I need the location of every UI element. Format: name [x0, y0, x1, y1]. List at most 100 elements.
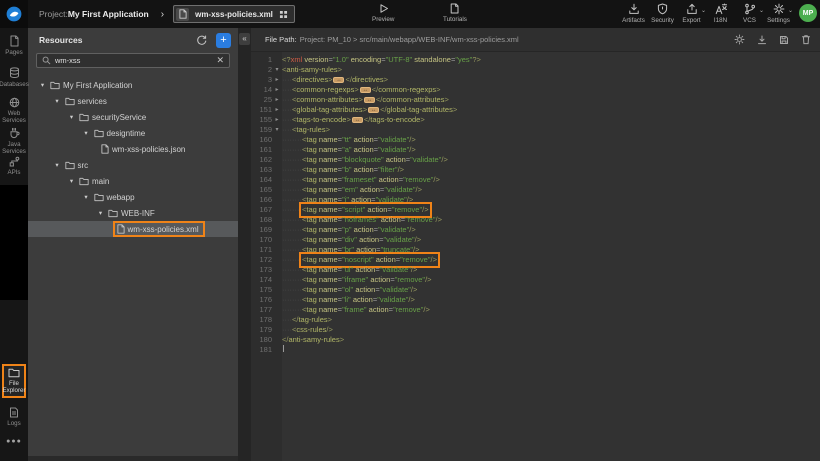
tutorials-button[interactable]: Tutorials — [443, 3, 467, 23]
code-line-177[interactable]: 177········<tag name="frame" action="rem… — [251, 305, 820, 315]
code-line-151[interactable]: 151▸····<global-tag-attributes>↔</global… — [251, 105, 820, 115]
code-line-174[interactable]: 174········<tag name="iframe" action="re… — [251, 275, 820, 285]
preview-button[interactable]: Preview — [372, 3, 394, 23]
code-line-179[interactable]: 179····<css-rules/> — [251, 325, 820, 335]
export-button[interactable]: ⌄ Export — [677, 3, 706, 24]
rail-item-databases[interactable]: Databases — [0, 67, 28, 88]
line-number: 166 — [251, 195, 272, 205]
tree-item-designtime[interactable]: ▾designtime — [28, 125, 238, 141]
tree-expand-chevron-icon[interactable]: ▾ — [38, 81, 47, 89]
code-line-178[interactable]: 178····</tag-rules> — [251, 315, 820, 325]
rail-more-button[interactable]: ●●● — [0, 438, 28, 445]
refresh-button[interactable] — [196, 35, 207, 46]
code-line-163[interactable]: 163········<tag name="b" action="filter"… — [251, 165, 820, 175]
fold-toggle-icon[interactable]: ▸ — [272, 75, 282, 85]
tree-expand-chevron-icon[interactable]: ▾ — [82, 129, 91, 137]
settings-button[interactable]: ⌄ Settings — [764, 3, 793, 24]
code-line-160[interactable]: 160········<tag name="tt" action="valida… — [251, 135, 820, 145]
tree-item-src[interactable]: ▾src — [28, 157, 238, 173]
code-area[interactable]: 1<?xml version="1.0" encoding="UTF-8" st… — [251, 52, 820, 461]
folded-code-pill[interactable]: ↔ — [368, 107, 379, 113]
tree-expand-chevron-icon[interactable]: ▾ — [82, 193, 91, 201]
delete-file-icon[interactable] — [801, 34, 811, 45]
tree-expand-chevron-icon[interactable]: ▾ — [67, 113, 76, 121]
code-line-175[interactable]: 175········<tag name="ol" action="valida… — [251, 285, 820, 295]
code-line-181[interactable]: 181 — [251, 345, 820, 355]
rail-item-file-explorer[interactable]: File Explorer — [2, 364, 26, 398]
search-box[interactable]: ✕ — [36, 53, 230, 68]
save-file-icon[interactable] — [779, 35, 789, 45]
code-line-166[interactable]: 166········<tag name="i" action="validat… — [251, 195, 820, 205]
search-input[interactable] — [55, 56, 212, 65]
tab-grid-icon[interactable] — [279, 10, 288, 19]
tree-item-services[interactable]: ▾services — [28, 93, 238, 109]
code-line-167[interactable]: 167········<tag name="script" action="re… — [251, 205, 820, 215]
code-line-173[interactable]: 173········<tag name="ul" action="valida… — [251, 265, 820, 275]
fold-toggle-icon[interactable]: ▾ — [272, 65, 282, 75]
code-line-159[interactable]: 159▾····<tag-rules> — [251, 125, 820, 135]
code-line-14[interactable]: 14▸····<common-regexps>↔</common-regexps… — [251, 85, 820, 95]
vcs-button[interactable]: ⌄ VCS — [735, 3, 764, 24]
line-number: 25 — [251, 95, 272, 105]
code-line-172[interactable]: 172········<tag name="noscript" action="… — [251, 255, 820, 265]
folded-code-pill[interactable]: ↔ — [352, 117, 363, 123]
fold-toggle-icon[interactable]: ▾ — [272, 125, 282, 135]
fold-toggle-icon[interactable]: ▸ — [272, 105, 282, 115]
code-line-165[interactable]: 165········<tag name="em" action="valida… — [251, 185, 820, 195]
tree-item-content: ▾services — [53, 97, 107, 106]
code-line-171[interactable]: 171········<tag name="br" action="trunca… — [251, 245, 820, 255]
download-file-icon[interactable] — [757, 35, 767, 45]
code-line-3[interactable]: 3▸····<directives>↔</directives> — [251, 75, 820, 85]
folder-icon — [79, 177, 89, 186]
editor-settings-gear-icon[interactable] — [734, 34, 745, 45]
code-line-155[interactable]: 155▸····<tags-to-encode>↔</tags-to-encod… — [251, 115, 820, 125]
code-line-180[interactable]: 180</anti-samy-rules> — [251, 335, 820, 345]
tab-filename: wm-xss-policies.xml — [195, 10, 273, 19]
folder-icon — [8, 368, 20, 378]
rail-item-web-services[interactable]: Web Services — [0, 97, 28, 124]
security-button[interactable]: Security — [648, 3, 677, 24]
tree-item-wm-xss-policies.xml[interactable]: wm-xss-policies.xml — [28, 221, 238, 237]
code-line-162[interactable]: 162········<tag name="blockquote" action… — [251, 155, 820, 165]
code-line-1[interactable]: 1<?xml version="1.0" encoding="UTF-8" st… — [251, 55, 820, 65]
line-number: 179 — [251, 325, 272, 335]
tree-item-WEB-INF[interactable]: ▾WEB-INF — [28, 205, 238, 221]
code-line-2[interactable]: 2▾<anti-samy-rules> — [251, 65, 820, 75]
add-resource-button[interactable]: + — [216, 33, 231, 48]
tree-expand-chevron-icon[interactable]: ▾ — [53, 161, 62, 169]
code-line-164[interactable]: 164········<tag name="frameset" action="… — [251, 175, 820, 185]
collapse-panel-button[interactable]: « — [239, 33, 250, 45]
rail-item-java-services[interactable]: Java Services — [0, 127, 28, 155]
fold-toggle-icon[interactable]: ▸ — [272, 85, 282, 95]
rail-item-pages[interactable]: Pages — [0, 35, 28, 56]
rail-item-apis[interactable]: APIs — [0, 156, 28, 176]
fold-toggle-icon[interactable]: ▸ — [272, 95, 282, 105]
tree-expand-chevron-icon[interactable]: ▾ — [96, 209, 105, 217]
tree-item-wm-xss-policies.json[interactable]: wm-xss-policies.json — [28, 141, 238, 157]
tree-expand-chevron-icon[interactable]: ▾ — [53, 97, 62, 105]
code-line-169[interactable]: 169········<tag name="p" action="validat… — [251, 225, 820, 235]
tree-expand-chevron-icon[interactable]: ▾ — [67, 177, 76, 185]
tree-item-My First Application[interactable]: ▾My First Application — [28, 77, 238, 93]
project-breadcrumb[interactable]: Project:My First Application — [39, 9, 149, 19]
app-logo[interactable] — [0, 0, 28, 28]
search-clear-icon[interactable]: ✕ — [216, 56, 224, 65]
code-line-161[interactable]: 161········<tag name="a" action="validat… — [251, 145, 820, 155]
tree-item-webapp[interactable]: ▾webapp — [28, 189, 238, 205]
tree-item-securityService[interactable]: ▾securityService — [28, 109, 238, 125]
panel-scrollbar-track[interactable] — [28, 456, 238, 461]
user-avatar[interactable]: MP — [799, 4, 817, 22]
open-file-tab[interactable]: wm-xss-policies.xml — [173, 5, 295, 23]
folded-code-pill[interactable]: ↔ — [364, 97, 375, 103]
code-line-168[interactable]: 168········<tag name="noframes" action="… — [251, 215, 820, 225]
tree-item-main[interactable]: ▾main — [28, 173, 238, 189]
rail-item-logs[interactable]: Logs — [0, 407, 28, 427]
code-line-176[interactable]: 176········<tag name="li" action="valida… — [251, 295, 820, 305]
folded-code-pill[interactable]: ↔ — [360, 87, 371, 93]
folded-code-pill[interactable]: ↔ — [333, 77, 344, 83]
code-line-170[interactable]: 170········<tag name="div" action="valid… — [251, 235, 820, 245]
fold-toggle-icon[interactable]: ▸ — [272, 115, 282, 125]
i18n-button[interactable]: I18N — [706, 3, 735, 24]
code-line-25[interactable]: 25▸····<common-attributes>↔</common-attr… — [251, 95, 820, 105]
artifacts-button[interactable]: Artifacts — [619, 3, 648, 24]
